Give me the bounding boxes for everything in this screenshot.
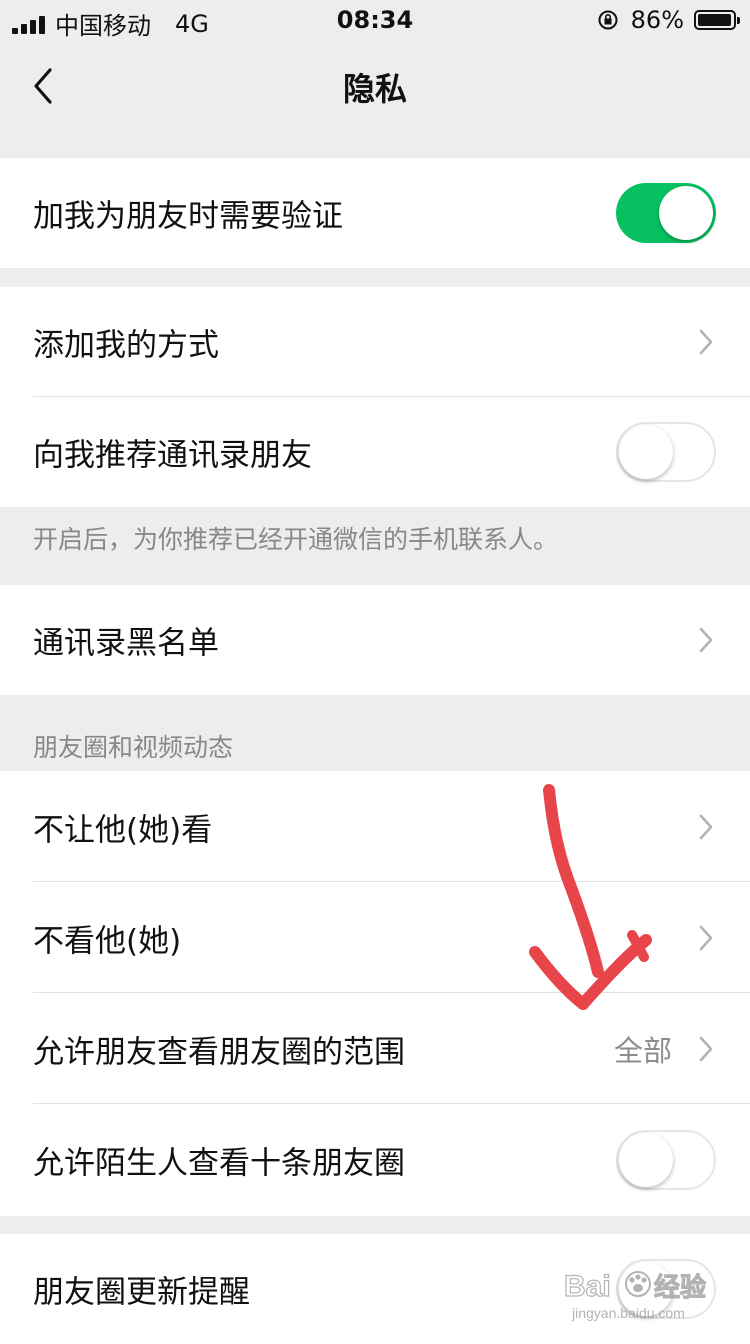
rotation-lock-icon [598,10,618,30]
recommend-note: 开启后，为你推荐已经开通微信的手机联系人。 [33,525,559,554]
status-bar: 中国移动 4G 08:34 86% [0,0,750,40]
row-hide-their[interactable]: 不看他(她) [0,882,750,993]
chevron-right-icon [699,329,713,355]
blacklist-label: 通讯录黑名单 [33,625,219,662]
row-hide-from[interactable]: 不让他(她)看 [0,771,750,882]
group-verify: 加我为朋友时需要验证 [0,158,750,268]
chevron-right-icon [699,627,713,653]
group-add: 添加我的方式 向我推荐通讯录朋友 [0,287,750,507]
row-recommend: 向我推荐通讯录朋友 [0,397,750,507]
verify-label: 加我为朋友时需要验证 [33,198,343,235]
updates-label: 朋友圈更新提醒 [33,1274,250,1311]
group-blacklist: 通讯录黑名单 [0,585,750,695]
hide-their-label: 不看他(她) [33,923,182,959]
battery-percent: 86% [630,6,684,34]
group-moments: 不让他(她)看 不看他(她) 允许朋友查看朋友圈的范围 全部 允许陌生人查看十条… [0,771,750,1216]
add-methods-label: 添加我的方式 [33,327,219,364]
strangers-label: 允许陌生人查看十条朋友圈 [33,1145,405,1182]
verify-toggle[interactable] [616,183,716,243]
row-strangers: 允许陌生人查看十条朋友圈 [0,1104,750,1216]
nav-bar: 隐私 [0,40,750,130]
row-verify: 加我为朋友时需要验证 [0,158,750,268]
page-title: 隐私 [342,70,407,108]
chevron-right-icon [699,814,713,839]
hide-from-label: 不让他(她)看 [33,812,213,848]
status-right: 86% [597,6,740,34]
recommend-toggle[interactable] [616,422,716,482]
svg-text:jingyan.baidu.com: jingyan.baidu.com [571,1305,685,1321]
strangers-toggle[interactable] [616,1130,716,1190]
recommend-label: 向我推荐通讯录朋友 [33,437,312,474]
section-header-moments: 朋友圈和视频动态 [33,733,234,762]
row-blacklist[interactable]: 通讯录黑名单 [0,585,750,695]
baidu-watermark-logo: Bai 经验 jingyan.baidu.com [563,1269,706,1321]
range-label: 允许朋友查看朋友圈的范围 [33,1034,405,1070]
row-range[interactable]: 允许朋友查看朋友圈的范围 全部 [0,993,750,1104]
chevron-right-icon [699,925,713,950]
row-add-methods[interactable]: 添加我的方式 [0,287,750,397]
svg-text:Bai: Bai [564,1270,611,1303]
battery-icon [694,10,740,30]
range-value: 全部 [613,1033,672,1068]
chevron-right-icon [699,1036,713,1061]
svg-text:经验: 经验 [654,1272,706,1303]
